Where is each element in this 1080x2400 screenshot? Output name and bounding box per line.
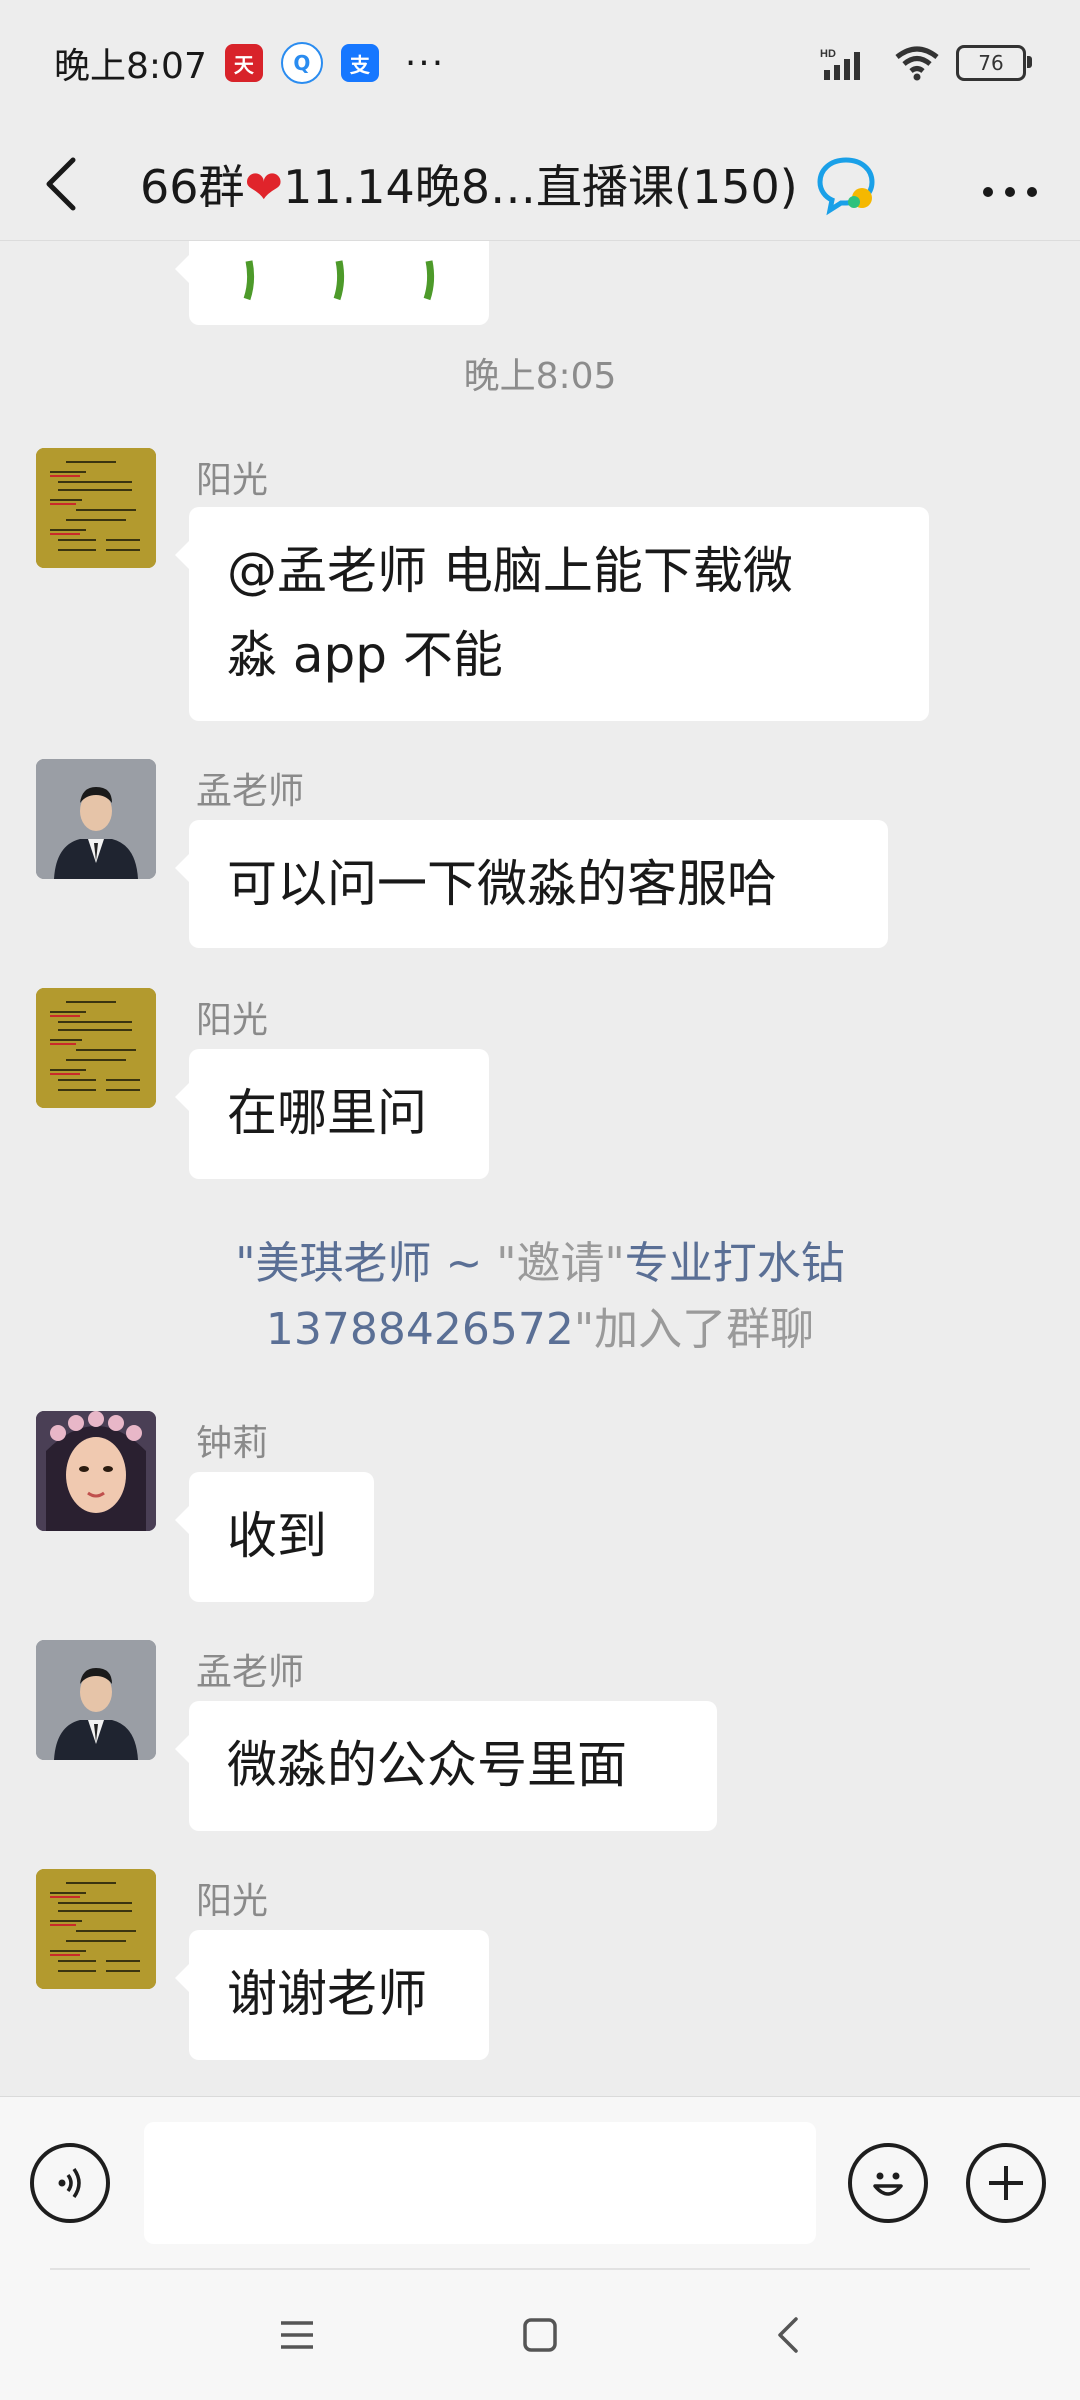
invitee-number[interactable]: 13788426572 [266,1304,574,1355]
invitee-name[interactable]: 专业打水钻 [625,1238,845,1289]
more-actions-button[interactable] [966,2143,1046,2223]
sender-name: 钟莉 [196,1423,269,1464]
system-invite-word: "邀请" [482,1238,625,1289]
avatar-mengteacher[interactable] [36,759,156,879]
inviter-name[interactable]: "美琪老师 ~ [235,1238,482,1289]
system-line-1: "美琪老师 ~ "邀请"专业打水钻 [0,1231,1080,1297]
message-line: 收到 [227,1507,327,1565]
emoji-icon [873,2172,903,2196]
avatar-image-icon [36,988,156,1108]
message-bubble[interactable]: 谢谢老师 [175,1930,489,2060]
avatar-image-icon [36,448,156,568]
system-back-button[interactable] [728,2270,848,2400]
more-icon [983,187,1037,197]
alipay-app-icon: 支 [340,44,379,82]
emoji-button[interactable] [848,2143,928,2223]
input-bar [0,2096,1080,2271]
status-right: HD 76 [820,45,1032,81]
more-options-button[interactable] [980,156,1050,212]
battery-level: 76 [978,51,1004,75]
avatar-image-icon [36,759,156,879]
avatar-zhongli[interactable] [36,1411,156,1531]
system-navigation-bar [0,2270,1080,2400]
plus-icon [989,2166,1023,2200]
back-icon [778,2317,798,2353]
back-arrow-icon [46,157,76,211]
message-line: @孟老师 电脑上能下载微 [227,542,793,600]
home-button[interactable] [480,2270,600,2400]
system-join-notice: "美琪老师 ~ "邀请"专业打水钻 13788426572"加入了群聊 [0,1231,1080,1363]
avatar-yangguang[interactable] [36,988,156,1108]
message-input[interactable] [144,2122,816,2244]
sender-name: 孟老师 [196,771,305,812]
system-line-2: 13788426572"加入了群聊 [0,1297,1080,1363]
home-icon [523,2318,557,2352]
avatar-mengteacher[interactable] [36,1640,156,1760]
back-button[interactable] [30,144,90,224]
message-line: 在哪里问 [227,1084,427,1142]
voice-input-button[interactable] [30,2143,110,2223]
voice-icon [58,2167,81,2199]
group-chat-icon[interactable] [816,152,880,216]
qq-app-icon: Q [280,42,323,84]
message-bubble[interactable]: 收到 [175,1472,374,1602]
avatar-image-icon [36,1640,156,1760]
recent-apps-button[interactable] [237,2270,357,2400]
previous-message-bubble[interactable] [175,241,489,325]
chat-title-suffix: 11.14晚8…直播课(150) [283,160,798,214]
signal-icon: HD [820,48,860,80]
message-bubble[interactable]: 可以问一下微淼的客服哈 [175,820,888,948]
avatar-yangguang[interactable] [36,1869,156,1989]
status-left: 晚上8:07 天 Q 支 ··· [54,37,445,89]
sender-name: 阳光 [196,1881,269,1922]
chat-message-list[interactable]: 晚上8:05 阳光 @孟老师 电脑上能下载微 淼 app 不能 孟老师 可以问一… [0,241,1080,2096]
sender-name: 阳光 [196,1000,269,1041]
status-time: 晚上8:07 [54,46,207,87]
avatar-image-icon [36,1869,156,1989]
chat-title: 66群❤11.14晚8…直播课(150) [140,151,798,217]
status-bar: 晚上8:07 天 Q 支 ··· HD 76 [0,0,1080,126]
battery-indicator: 76 [956,45,1032,81]
sticker-icon [243,260,435,301]
heart-icon: ❤ [244,160,284,214]
status-more-dots: ··· [404,42,446,84]
message-bubble[interactable]: 微淼的公众号里面 [175,1701,717,1831]
avatar-yangguang[interactable] [36,448,156,568]
time-divider: 晚上8:05 [463,356,617,397]
message-line: 淼 app 不能 [227,626,503,684]
menu-icon [281,2321,313,2349]
message-line: 谢谢老师 [227,1965,427,2023]
chat-title-prefix: 66群 [140,160,245,214]
message-line: 可以问一下微淼的客服哈 [227,855,777,913]
tmall-app-icon: 天 [224,44,263,82]
hd-label: HD [820,48,836,60]
sender-name: 阳光 [196,460,269,501]
message-line: 微淼的公众号里面 [227,1736,627,1794]
wifi-icon [895,46,939,81]
chat-header: 66群❤11.14晚8…直播课(150) [0,126,1080,242]
message-bubble[interactable]: 在哪里问 [175,1049,489,1179]
message-bubble[interactable]: @孟老师 电脑上能下载微 淼 app 不能 [175,507,929,721]
avatar-image-icon [36,1411,156,1531]
sender-name: 孟老师 [196,1652,305,1693]
system-joined-text: "加入了群聊 [573,1304,815,1355]
